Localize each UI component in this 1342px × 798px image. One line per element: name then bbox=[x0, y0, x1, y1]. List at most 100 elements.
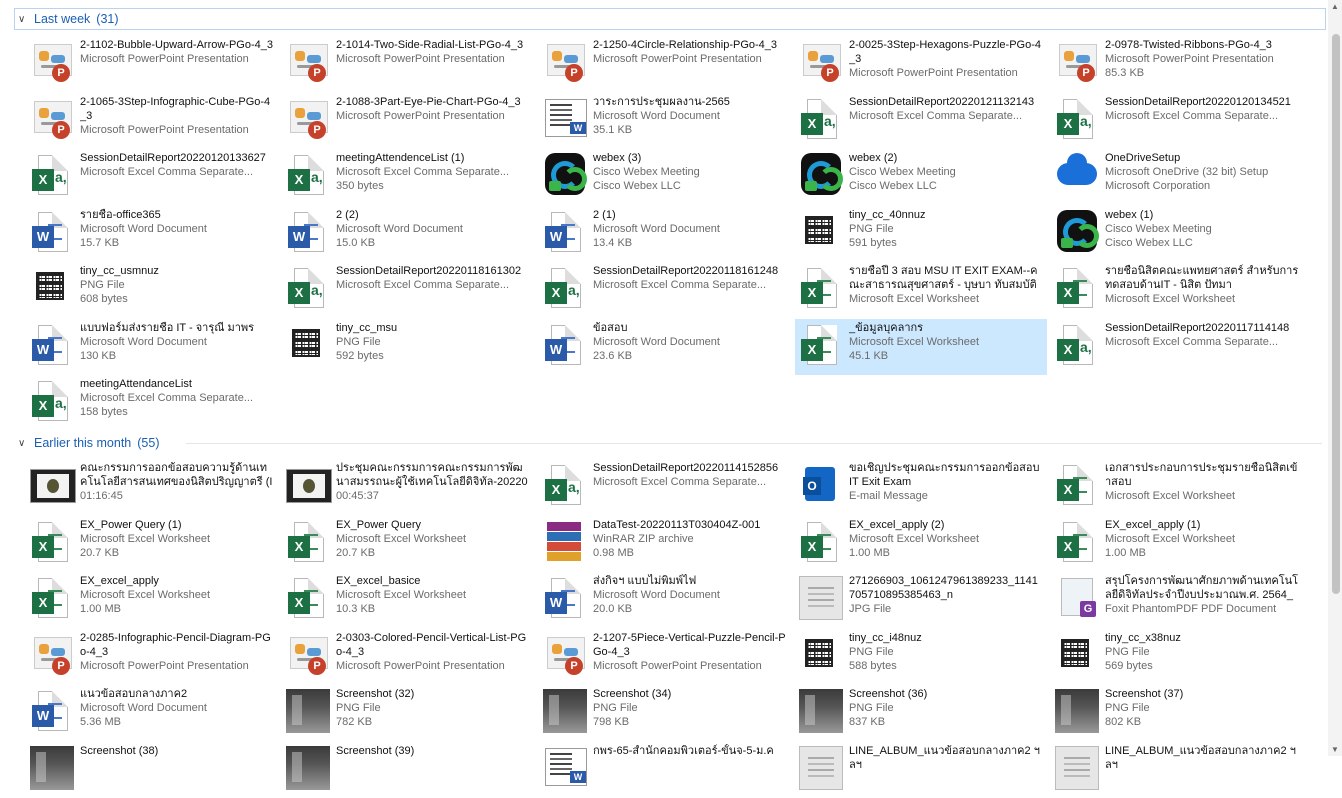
excel-csv-icon: a, X bbox=[543, 266, 587, 312]
file-item[interactable]: Screenshot (38) bbox=[26, 742, 278, 798]
file-item[interactable]: W แนวข้อสอบกลางภาค2 Microsoft Word Documen… bbox=[26, 685, 278, 741]
file-item[interactable]: G สรุปโครงการพัฒนาศักยภาพด้านเทคโนโลยีดิจ… bbox=[1051, 572, 1303, 628]
file-item[interactable]: tiny_cc_40nnuz PNG File 591 bytes bbox=[795, 206, 1047, 262]
ppt-slide-icon: P bbox=[286, 97, 330, 143]
file-item[interactable]: X เอกสารประกอบการประชุมรายชื่อนิสิตเข้าสอ… bbox=[1051, 459, 1303, 515]
excel-icon: X bbox=[1055, 463, 1099, 509]
vertical-scrollbar[interactable]: ▲ ▼ bbox=[1328, 0, 1342, 756]
file-item[interactable]: webex (2) Cisco Webex Meeting Cisco Webex … bbox=[795, 149, 1047, 205]
file-item[interactable]: X EX_excel_apply (1) Microsoft Excel Works… bbox=[1051, 516, 1303, 572]
file-item[interactable]: X EX_excel_basice Microsoft Excel Workshee… bbox=[282, 572, 534, 628]
file-item[interactable]: LINE_ALBUM_แนวข้อสอบกลางภาค2 ฯลฯ bbox=[795, 742, 1047, 798]
file-item[interactable]: P 2-1207-5Piece-Vertical-Puzzle-Pencil-PG… bbox=[539, 629, 791, 685]
file-item[interactable]: webex (1) Cisco Webex Meeting Cisco Webex … bbox=[1051, 206, 1303, 262]
file-item[interactable]: LINE_ALBUM_แนวข้อสอบกลางภาค2 ฯลฯ bbox=[1051, 742, 1303, 798]
file-item[interactable]: W รายชื่อ-office365 Microsoft Word Documen… bbox=[26, 206, 278, 262]
file-item[interactable]: P 2-0978-Twisted-Ribbons-PGo-4_3 Microsoft… bbox=[1051, 36, 1303, 92]
file-item[interactable]: P 2-1065-3Step-Infographic-Cube-PGo-4_3 Mi… bbox=[26, 93, 278, 149]
file-item[interactable]: W ข้อสอบ Microsoft Word Document 23.6 KB bbox=[539, 319, 791, 375]
excel-icon: X bbox=[799, 323, 843, 369]
file-item[interactable]: P 2-1088-3Part-Eye-Pie-Chart-PGo-4_3 Micro… bbox=[282, 93, 534, 149]
file-item[interactable]: a, X SessionDetailReport20220120133627 Micr… bbox=[26, 149, 278, 205]
file-type: Microsoft Excel Comma Separate... bbox=[849, 109, 1023, 122]
file-item[interactable]: X _ข้อมูลบุคลากร Microsoft Excel Worksheet… bbox=[795, 318, 1047, 375]
file-type: PNG File bbox=[849, 222, 894, 235]
file-item[interactable]: a, X SessionDetailReport20220118161248 Micr… bbox=[539, 262, 791, 318]
file-item[interactable]: P 2-1102-Bubble-Upward-Arrow-PGo-4_3 Micro… bbox=[26, 36, 278, 92]
file-type: Microsoft PowerPoint Presentation bbox=[593, 53, 762, 65]
file-item[interactable]: P 2-0285-Infographic-Pencil-Diagram-PGo-4… bbox=[26, 629, 278, 685]
file-item[interactable]: DataTest-20220113T030404Z-001 WinRAR ZIP … bbox=[539, 516, 791, 572]
file-meta: 20.0 KB bbox=[593, 603, 633, 615]
file-item[interactable]: P 2-1250-4Circle-Relationship-PGo-4_3 Micr… bbox=[539, 36, 791, 92]
webex-icon bbox=[799, 153, 843, 199]
file-item[interactable]: W กพร-65-สำนักคอมพิวเตอร์-ขั้นจ-5-ม.ค bbox=[539, 742, 791, 798]
scrollbar-thumb[interactable] bbox=[1332, 34, 1340, 594]
file-name: ขอเชิญประชุมคณะกรรมการออกข้อสอบ IT Exit … bbox=[849, 462, 1040, 488]
file-item[interactable]: Screenshot (32) PNG File 782 KB bbox=[282, 685, 534, 741]
excel-csv-icon: a, X bbox=[799, 97, 843, 143]
file-name: ข้อสอบ bbox=[593, 321, 628, 334]
file-item[interactable]: P 2-1014-Two-Side-Radial-List-PGo-4_3 Micr… bbox=[282, 36, 534, 92]
file-item[interactable]: คณะกรรมการออกข้อสอบความรู้ด้านเทคโนโลยีส… bbox=[26, 459, 278, 515]
file-item[interactable]: W แบบฟอร์มส่งรายชื่อ IT - จารุณี มาพร Micr… bbox=[26, 319, 278, 375]
group-header-earlier-this-month[interactable]: ∨ Earlier this month (55) bbox=[18, 433, 160, 453]
file-item[interactable]: a, X SessionDetailReport20220121132143 Micr… bbox=[795, 93, 1047, 149]
file-name: 2-1065-3Step-Infographic-Cube-PGo-4_3 bbox=[80, 95, 271, 122]
file-item[interactable]: OneDriveSetup Microsoft OneDrive (32 bit)… bbox=[1051, 149, 1303, 205]
chevron-down-icon: ∨ bbox=[18, 437, 26, 449]
file-item[interactable]: X รายชื่อปี 3 สอบ MSU IT EXIT EXAM--คณะสา… bbox=[795, 262, 1047, 318]
file-name: Screenshot (34) bbox=[593, 688, 672, 700]
file-item[interactable]: a, X SessionDetailReport20220120134521 Micr… bbox=[1051, 93, 1303, 149]
scroll-down-arrow-icon[interactable]: ▼ bbox=[1330, 745, 1340, 754]
file-item[interactable]: P 2-0303-Colored-Pencil-Vertical-List-PGo… bbox=[282, 629, 534, 685]
file-item[interactable]: W วาระการประชุมผลงาน-2565 Microsoft Word D… bbox=[539, 93, 791, 149]
file-item[interactable]: X EX_excel_apply Microsoft Excel Worksheet… bbox=[26, 572, 278, 628]
file-name: กพร-65-สำนักคอมพิวเตอร์-ขั้นจ-5-ม.ค bbox=[593, 744, 774, 757]
file-item[interactable]: a, X SessionDetailReport20220114152856 Micr… bbox=[539, 459, 791, 515]
scroll-up-arrow-icon[interactable]: ▲ bbox=[1330, 2, 1340, 11]
file-item[interactable]: X EX_excel_apply (2) Microsoft Excel Works… bbox=[795, 516, 1047, 572]
file-item[interactable]: Screenshot (36) PNG File 837 KB bbox=[795, 685, 1047, 741]
file-item[interactable]: X EX_Power Query (1) Microsoft Excel Works… bbox=[26, 516, 278, 572]
file-item[interactable]: X รายชื่อนิสิตคณะแพทยศาสตร์ สำหรับการทดสอ… bbox=[1051, 262, 1303, 318]
file-item[interactable]: Screenshot (34) PNG File 798 KB bbox=[539, 685, 791, 741]
file-type: Microsoft Excel Worksheet bbox=[849, 335, 980, 348]
file-item[interactable]: X EX_Power Query Microsoft Excel Worksheet… bbox=[282, 516, 534, 572]
file-name: webex (2) bbox=[849, 152, 898, 164]
file-item[interactable]: ประชุมคณะกรรมการคณะกรรมการพัฒนาสมรรถนะผู… bbox=[282, 459, 534, 515]
file-item[interactable]: a, X SessionDetailReport20220118161302 Micr… bbox=[282, 262, 534, 318]
file-item[interactable]: webex (3) Cisco Webex Meeting Cisco Webex … bbox=[539, 149, 791, 205]
ppt-slide-icon: P bbox=[1055, 40, 1099, 86]
file-item[interactable]: tiny_cc_usmnuz PNG File 608 bytes bbox=[26, 262, 278, 318]
file-item[interactable]: Screenshot (37) PNG File 802 KB bbox=[1051, 685, 1303, 741]
group-count: (31) bbox=[96, 12, 119, 26]
file-type: Microsoft Excel Worksheet bbox=[336, 532, 467, 545]
file-item[interactable]: tiny_cc_i48nuz PNG File 588 bytes bbox=[795, 629, 1047, 685]
jpg-thumb-icon bbox=[799, 745, 843, 792]
jpg-thumb-icon bbox=[799, 576, 843, 622]
file-type: WinRAR ZIP archive bbox=[593, 532, 694, 545]
file-item[interactable]: tiny_cc_x38nuz PNG File 569 bytes bbox=[1051, 629, 1303, 685]
file-type: Microsoft Word Document bbox=[593, 109, 720, 122]
file-item[interactable]: O ขอเชิญประชุมคณะกรรมการออกข้อสอบ IT Exit… bbox=[795, 459, 1047, 515]
file-item[interactable]: W 2 (2) Microsoft Word Document 15.0 KB bbox=[282, 206, 534, 262]
file-item[interactable]: W ส่งกิจฯ แบบไม่พิมพ์ไฟ Microsoft Word Doc… bbox=[539, 572, 791, 628]
file-name: OneDriveSetup bbox=[1105, 152, 1181, 164]
file-item[interactable]: P 2-0025-3Step-Hexagons-Puzzle-PGo-4_3 Mic… bbox=[795, 36, 1047, 92]
file-meta: 350 bytes bbox=[336, 180, 384, 192]
file-name: รายชื่อปี 3 สอบ MSU IT EXIT EXAM--คณะสาธ… bbox=[849, 265, 1038, 291]
file-item[interactable]: tiny_cc_msu PNG File 592 bytes bbox=[282, 319, 534, 375]
file-type: Microsoft Excel Worksheet bbox=[849, 293, 980, 305]
file-item[interactable]: a, X meetingAttendanceList Microsoft Excel … bbox=[26, 375, 278, 431]
group-header-last-week[interactable]: ∨ Last week (31) bbox=[18, 9, 119, 29]
file-item[interactable]: W 2 (1) Microsoft Word Document 13.4 KB bbox=[539, 206, 791, 262]
file-type: PNG File bbox=[849, 702, 894, 714]
file-name: 2-1250-4Circle-Relationship-PGo-4_3 bbox=[593, 39, 778, 51]
file-item[interactable]: a, X SessionDetailReport20220117114148 Micr… bbox=[1051, 319, 1303, 375]
file-item[interactable]: a, X meetingAttendenceList (1) Microsoft Ex… bbox=[282, 149, 534, 205]
file-item[interactable]: 271266903_1061247961389233_1141705710895… bbox=[795, 572, 1047, 628]
file-name: Screenshot (38) bbox=[80, 744, 159, 757]
excel-icon: X bbox=[1055, 266, 1099, 312]
file-item[interactable]: Screenshot (39) bbox=[282, 742, 534, 798]
